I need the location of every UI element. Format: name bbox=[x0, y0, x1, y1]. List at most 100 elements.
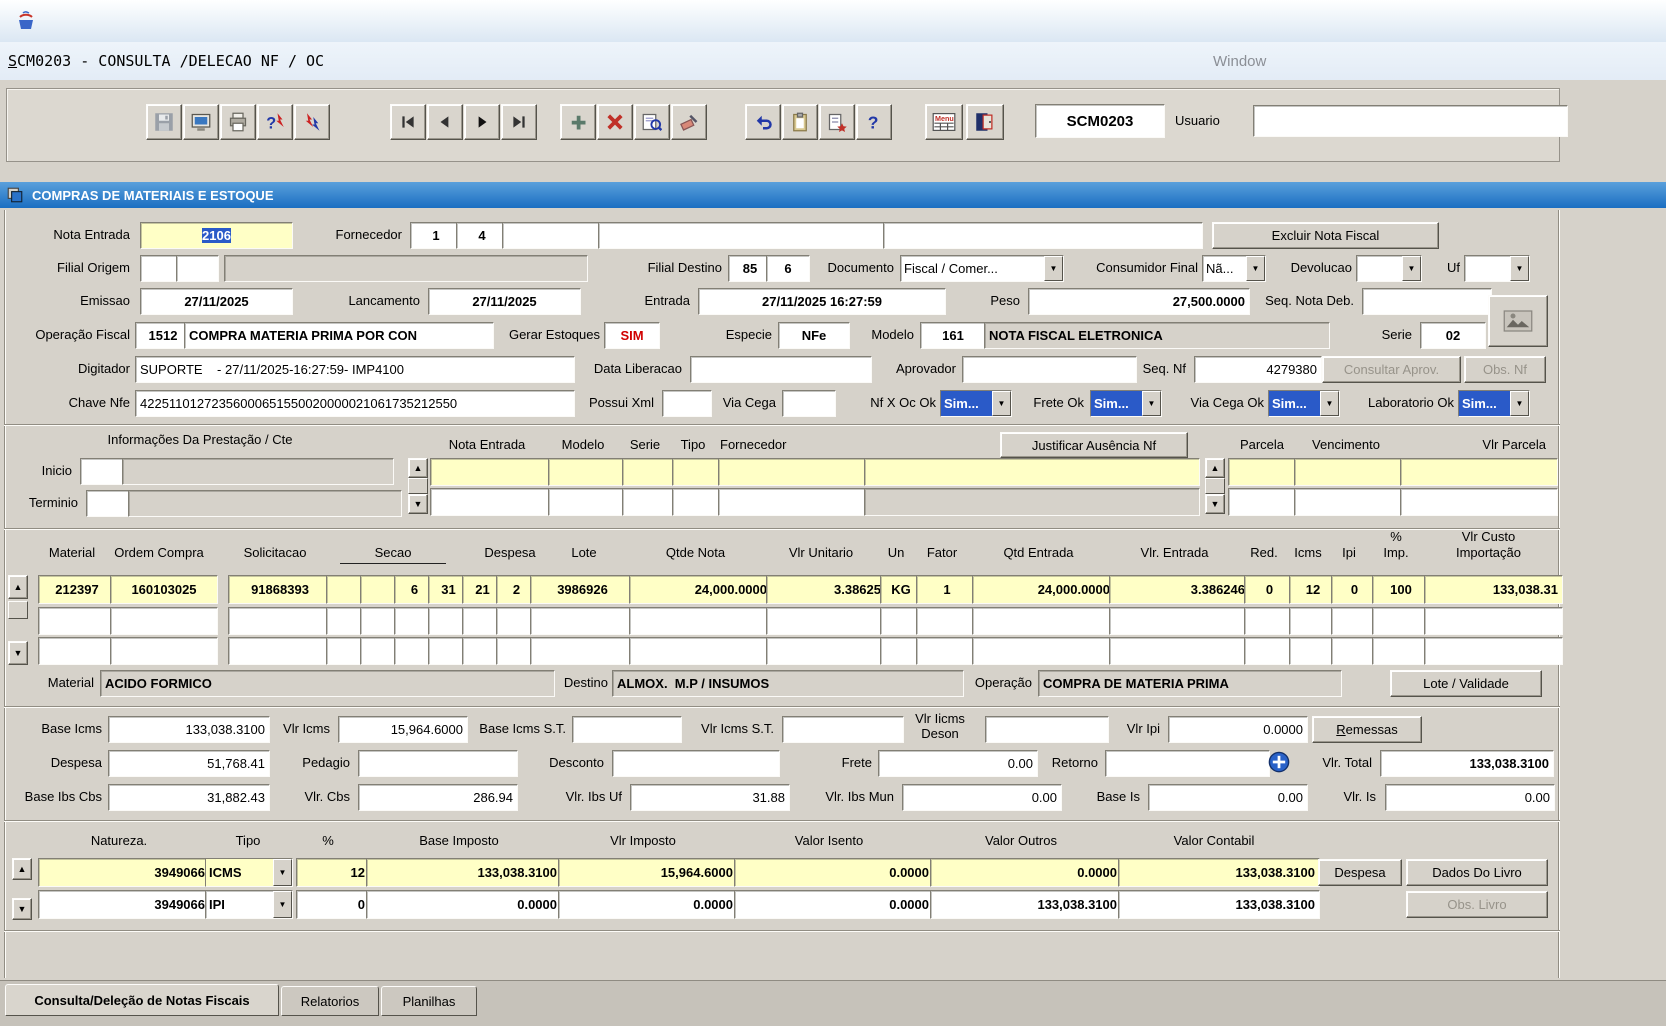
item-cell[interactable] bbox=[1244, 637, 1295, 665]
last-record-button[interactable] bbox=[501, 104, 537, 140]
chevron-down-icon[interactable]: ▼ bbox=[1044, 256, 1063, 281]
add-retorno-icon[interactable] bbox=[1268, 751, 1290, 776]
nf-row2-fornecedor-code[interactable] bbox=[718, 488, 870, 516]
form-properties-button[interactable] bbox=[819, 104, 855, 140]
chevron-down-icon[interactable]: ▼ bbox=[273, 891, 292, 918]
tax-tipo-select[interactable]: IPI▼ bbox=[205, 890, 293, 919]
item-cell[interactable] bbox=[766, 637, 886, 665]
nf-scroll-up[interactable]: ▲ bbox=[408, 458, 428, 478]
item-cell[interactable] bbox=[1109, 607, 1250, 635]
despesa-button[interactable]: Despesa bbox=[1318, 859, 1402, 886]
nfxoc-ok-value[interactable]: Sim... bbox=[941, 391, 992, 416]
obs-nf-button[interactable]: Obs. Nf bbox=[1464, 356, 1546, 383]
consumidor-final-value[interactable]: Nã... bbox=[1203, 256, 1246, 281]
tax-tipo-select[interactable]: ICMS▼ bbox=[205, 858, 293, 887]
parcela-row1-vencimento[interactable] bbox=[1294, 458, 1406, 486]
devolucao-value[interactable] bbox=[1357, 256, 1402, 281]
tax-tipo-value[interactable]: IPI bbox=[206, 891, 273, 918]
undo-button[interactable] bbox=[745, 104, 781, 140]
parcela-scroll-up[interactable]: ▲ bbox=[1205, 458, 1225, 478]
nf-row2-nota[interactable] bbox=[430, 488, 554, 516]
peso-field[interactable]: 27,500.0000 bbox=[1028, 288, 1250, 315]
chevron-down-icon[interactable]: ▼ bbox=[1246, 256, 1265, 281]
item-pct-imp-cell[interactable]: 100 bbox=[1372, 575, 1430, 604]
desconto-field[interactable] bbox=[612, 750, 780, 777]
vlr-is-field[interactable]: 0.00 bbox=[1385, 784, 1555, 811]
chevron-down-icon[interactable]: ▼ bbox=[1320, 391, 1339, 416]
entrada-field[interactable]: 27/11/2025 16:27:59 bbox=[698, 288, 946, 315]
parcela-scroll-down[interactable]: ▼ bbox=[1205, 494, 1225, 514]
nf-row1-modelo[interactable] bbox=[548, 458, 628, 486]
tab-planilhas[interactable]: Planilhas bbox=[381, 986, 477, 1016]
item-cell[interactable] bbox=[1372, 637, 1430, 665]
item-cell[interactable] bbox=[38, 607, 116, 635]
nota-entrada-field[interactable]: 2106 bbox=[140, 222, 293, 249]
item-cell[interactable] bbox=[228, 637, 332, 665]
item-cell[interactable] bbox=[1109, 637, 1250, 665]
justificar-ausencia-button[interactable]: Justificar Ausência Nf bbox=[1000, 432, 1188, 458]
item-cell[interactable] bbox=[1372, 607, 1430, 635]
gerar-estoques-field[interactable]: SIM bbox=[604, 322, 660, 349]
via-cega-field[interactable] bbox=[782, 390, 836, 417]
aprovador-field[interactable] bbox=[962, 356, 1137, 383]
item-cell[interactable] bbox=[530, 607, 635, 635]
frete-ok-value[interactable]: Sim... bbox=[1091, 391, 1142, 416]
item-cell[interactable] bbox=[228, 607, 332, 635]
chevron-down-icon[interactable]: ▼ bbox=[1510, 256, 1529, 281]
find-record-button[interactable] bbox=[634, 104, 670, 140]
inicio-field[interactable] bbox=[80, 458, 128, 485]
tax-scroll-down[interactable]: ▼ bbox=[12, 898, 32, 920]
item-cell[interactable] bbox=[1289, 637, 1337, 665]
count-query-button[interactable] bbox=[294, 104, 330, 140]
item-ordem-compra-cell[interactable]: 160103025 bbox=[110, 575, 218, 604]
image-button[interactable] bbox=[1488, 295, 1548, 347]
vlr-ipi-field[interactable]: 0.0000 bbox=[1168, 716, 1308, 743]
modelo-code-field[interactable]: 161 bbox=[920, 322, 986, 349]
uf-select[interactable]: ▼ bbox=[1464, 255, 1530, 282]
obs-livro-button[interactable]: Obs. Livro bbox=[1406, 891, 1548, 918]
operacao-fiscal-code-field[interactable]: 1512 bbox=[135, 322, 191, 349]
exit-button[interactable] bbox=[966, 104, 1004, 140]
vlr-ibs-uf-field[interactable]: 31.88 bbox=[630, 784, 790, 811]
laboratorio-ok-value[interactable]: Sim... bbox=[1459, 391, 1510, 416]
fornecedor-store-field[interactable]: 4 bbox=[456, 222, 508, 249]
frete-field[interactable]: 0.00 bbox=[878, 750, 1038, 777]
item-ipi-cell[interactable]: 0 bbox=[1331, 575, 1378, 604]
parcela-row1-parcela[interactable] bbox=[1228, 458, 1300, 486]
insert-record-button[interactable] bbox=[560, 104, 596, 140]
parcela-row2-vencimento[interactable] bbox=[1294, 488, 1406, 516]
tab-consulta-delecao[interactable]: Consulta/Deleção de Notas Fiscais bbox=[5, 984, 279, 1016]
next-record-button[interactable] bbox=[464, 104, 500, 140]
chevron-down-icon[interactable]: ▼ bbox=[992, 391, 1011, 416]
fornecedor-code-field[interactable]: 1 bbox=[410, 222, 462, 249]
fornecedor-digit-field[interactable] bbox=[502, 222, 600, 249]
item-cell[interactable] bbox=[1331, 637, 1378, 665]
consumidor-final-select[interactable]: Nã...▼ bbox=[1202, 255, 1266, 282]
delete-record-button[interactable] bbox=[597, 104, 633, 140]
parcela-row2-valor[interactable] bbox=[1400, 488, 1558, 516]
clipboard-button[interactable] bbox=[782, 104, 818, 140]
item-cell[interactable] bbox=[916, 637, 978, 665]
item-icms-cell[interactable]: 12 bbox=[1289, 575, 1337, 604]
tax-base-cell[interactable]: 0.0000 bbox=[366, 890, 562, 919]
item-cell[interactable] bbox=[110, 607, 218, 635]
tax-pct-cell[interactable]: 0 bbox=[296, 890, 370, 919]
items-scroll-up[interactable]: ▲ bbox=[8, 575, 28, 599]
tab-relatorios[interactable]: Relatorios bbox=[281, 986, 379, 1016]
uf-value[interactable] bbox=[1465, 256, 1510, 281]
item-cell[interactable] bbox=[38, 637, 116, 665]
parcela-scroll-thumb[interactable] bbox=[1205, 478, 1225, 494]
item-vlr-custo-cell[interactable]: 133,038.31 bbox=[1424, 575, 1563, 604]
nf-row2-serie[interactable] bbox=[622, 488, 678, 516]
item-cell[interactable] bbox=[1289, 607, 1337, 635]
item-red-cell[interactable]: 0 bbox=[1244, 575, 1295, 604]
consultar-aprov-button[interactable]: Consultar Aprov. bbox=[1322, 356, 1461, 383]
execute-query-button[interactable]: ? bbox=[257, 104, 293, 140]
especie-field[interactable]: NFe bbox=[778, 322, 850, 349]
item-qtde-nota-cell[interactable]: 24,000.0000 bbox=[629, 575, 772, 604]
nf-row1-fornecedor-name[interactable] bbox=[864, 458, 1200, 486]
tax-contabil-cell[interactable]: 133,038.3100 bbox=[1118, 858, 1320, 887]
filial-destino-store-field[interactable]: 6 bbox=[766, 255, 810, 282]
first-record-button[interactable] bbox=[390, 104, 426, 140]
seq-nf-field[interactable]: 4279380 bbox=[1194, 356, 1322, 383]
